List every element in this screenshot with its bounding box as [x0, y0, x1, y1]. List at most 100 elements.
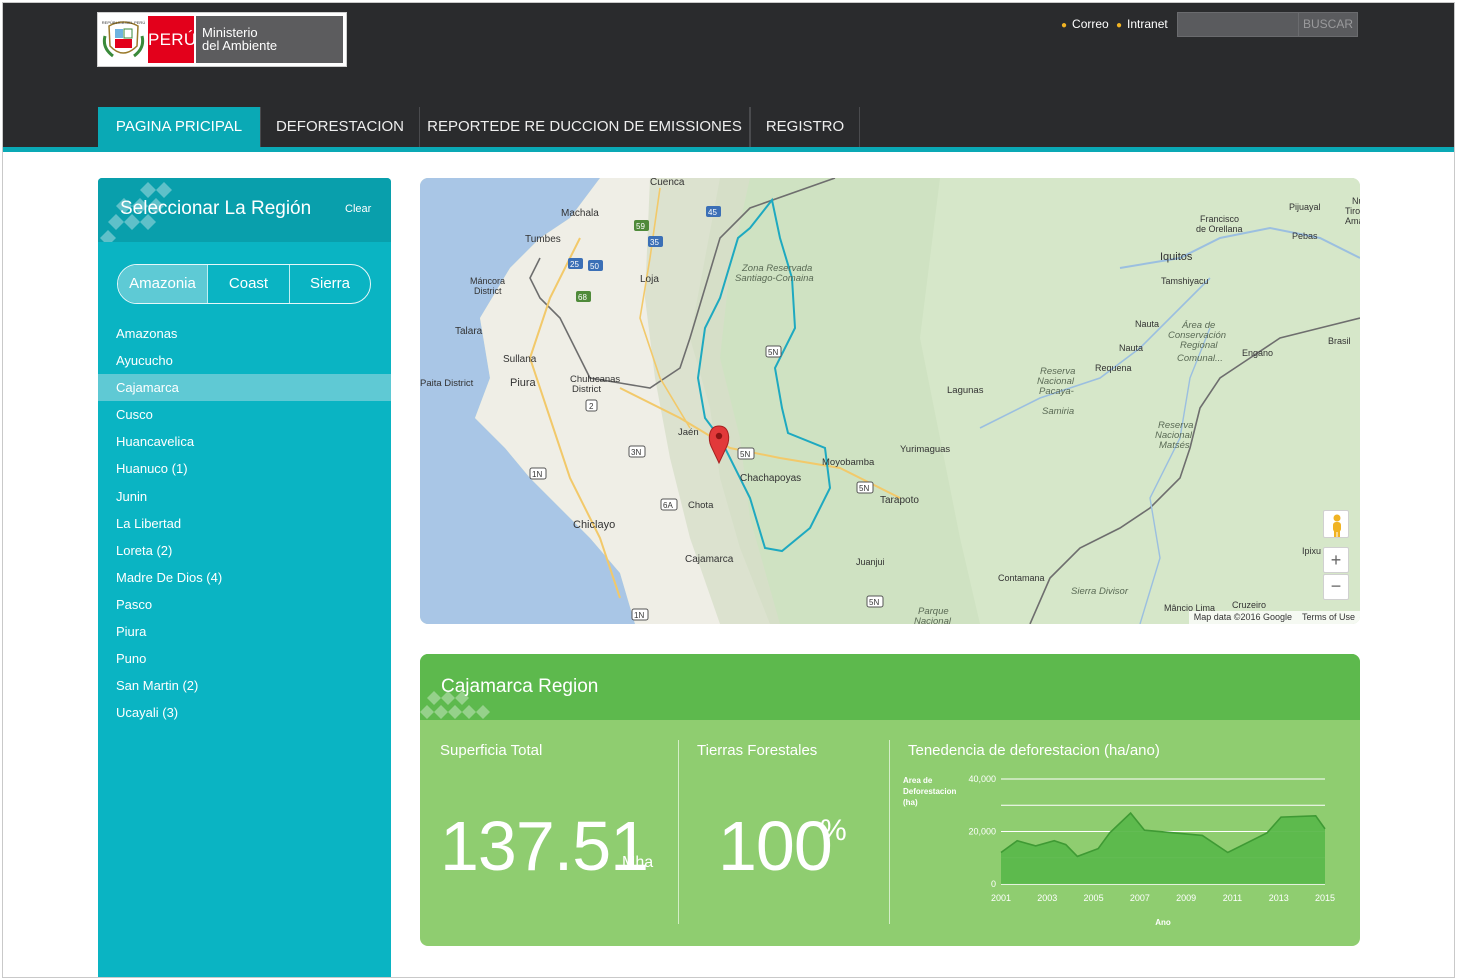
svg-text:5N: 5N: [859, 484, 869, 493]
map-label-chachapoyas: Chachapoyas: [740, 473, 801, 484]
region-map[interactable]: Cuenca Machala Tumbes Máncora District L…: [420, 178, 1360, 624]
region-item-puno[interactable]: Puno: [98, 645, 391, 672]
map-label-ama: Ama: [1345, 216, 1360, 226]
clear-button[interactable]: Clear: [345, 203, 371, 215]
map-label-chota: Chota: [688, 500, 714, 511]
ministry-logo[interactable]: REPÚBLICA DEL PERÚ PERÚ Ministerio del A…: [97, 12, 347, 67]
region-card-title: Cajamarca Region: [441, 676, 599, 697]
region-item-cusco[interactable]: Cusco: [98, 401, 391, 428]
chart-heading: Tenedencia de deforestacion (ha/ano): [908, 742, 1160, 759]
svg-text:1N: 1N: [634, 611, 644, 620]
map-label-tamshiyacu: Tamshiyacu: [1161, 276, 1209, 286]
sidebar-title: Seleccionar La Región: [120, 198, 312, 219]
region-item-huanuco[interactable]: Huanuco (1): [98, 455, 391, 482]
search-input[interactable]: [1177, 12, 1299, 37]
superficie-label: Superficia Total: [440, 742, 543, 759]
correo-link-label: Correo: [1072, 17, 1109, 31]
map-label-talara: Talara: [455, 326, 483, 337]
chart-x-axis-label: Ano: [1155, 918, 1171, 927]
region-item-la-libertad[interactable]: La Libertad: [98, 510, 391, 537]
street-view-icon[interactable]: [1323, 510, 1349, 538]
region-list: Amazonas Ayucucho Cajamarca Cusco Huanca…: [98, 320, 391, 726]
zoom-in-button[interactable]: +: [1323, 547, 1349, 573]
map-label-machala: Machala: [561, 208, 599, 219]
chart-x-tick-label: 2001: [991, 893, 1011, 903]
svg-text:45: 45: [708, 208, 717, 217]
chart-x-tick-label: 2007: [1130, 893, 1150, 903]
bullet-icon: ●: [1116, 20, 1123, 31]
region-item-madre-de-dios[interactable]: Madre De Dios (4): [98, 564, 391, 591]
map-label-contamana: Contamana: [998, 573, 1045, 583]
svg-text:1N: 1N: [532, 470, 542, 479]
correo-link[interactable]: ● Correo: [1061, 17, 1109, 31]
tierras-unit: %: [820, 814, 847, 847]
region-card-header: Cajamarca Region: [420, 654, 1360, 720]
region-item-san-martin[interactable]: San Martin (2): [98, 672, 391, 699]
nav-pagina-principal[interactable]: PAGINA PRICIPAL: [98, 107, 261, 147]
zone-tabs: Amazonia Coast Sierra: [117, 264, 371, 304]
tab-sierra[interactable]: Sierra: [290, 265, 370, 303]
map-label-yurimaguas: Yurimaguas: [900, 444, 950, 455]
nav-deforestacion[interactable]: DEFORESTACION: [261, 107, 420, 147]
region-item-junin[interactable]: Junin: [98, 483, 391, 510]
page-frame: REPÚBLICA DEL PERÚ PERÚ Ministerio del A…: [2, 2, 1455, 978]
map-label-iquitos: Iquitos: [1160, 251, 1193, 263]
svg-text:5N: 5N: [740, 450, 750, 459]
region-item-loreta[interactable]: Loreta (2): [98, 537, 391, 564]
main-nav: PAGINA PRICIPAL DEFORESTACION REPORTEDE …: [3, 107, 1454, 152]
chart-x-tick-label: 2011: [1223, 893, 1242, 903]
peru-crest-icon: REPÚBLICA DEL PERÚ: [101, 16, 146, 63]
map-data-credit: Map data ©2016 Google: [1193, 612, 1292, 622]
map-label-brasil: Brasil: [1328, 336, 1351, 346]
map-label-cruzeiro: Cruzeiro: [1232, 600, 1266, 610]
nav-reporte-emisiones[interactable]: REPORTEDE RE DUCCION DE EMISSIONES: [420, 107, 750, 147]
sidebar-header: Seleccionar La Región Clear: [98, 178, 391, 242]
zoom-out-button[interactable]: −: [1323, 574, 1349, 600]
map-label-regional: Regional: [1180, 340, 1218, 351]
map-label-juanjui: Juanjui: [856, 557, 885, 567]
region-item-pasco[interactable]: Pasco: [98, 591, 391, 618]
region-item-ayucucho[interactable]: Ayucucho: [98, 347, 391, 374]
chart-x-tick-label: 2013: [1269, 893, 1289, 903]
chart-x-tick-label: 2005: [1084, 893, 1104, 903]
region-item-piura[interactable]: Piura: [98, 618, 391, 645]
stat-divider: [889, 740, 890, 924]
map-label-nauta: Nauta: [1135, 319, 1159, 329]
map-label-parque-nacional: Nacional: [914, 616, 952, 624]
chart-y-axis-label: (ha): [903, 798, 918, 807]
map-label-tumbes: Tumbes: [525, 234, 561, 245]
logo-country-text: PERÚ: [148, 16, 196, 63]
map-label-pebas: Pebas: [1292, 231, 1318, 241]
nav-registro[interactable]: REGISTRO: [750, 107, 860, 147]
region-sidebar: Seleccionar La Región Clear Amazonia Coa…: [98, 178, 391, 977]
tab-coast[interactable]: Coast: [208, 265, 290, 303]
svg-text:5N: 5N: [869, 598, 879, 607]
chart-x-tick-label: 2015: [1315, 893, 1335, 903]
svg-text:3N: 3N: [631, 448, 641, 457]
tab-amazonia[interactable]: Amazonia: [118, 265, 208, 303]
map-label-engano: Engano: [1242, 348, 1273, 358]
map-label-tarapoto: Tarapoto: [880, 495, 919, 506]
region-item-amazonas[interactable]: Amazonas: [98, 320, 391, 347]
region-summary-card: Cajamarca Region Superficia Total 137.51…: [420, 654, 1360, 946]
search-button[interactable]: BUSCAR: [1298, 12, 1358, 37]
map-label-mancora-district: District: [474, 286, 502, 296]
tierras-value: 100: [718, 807, 833, 885]
intranet-link[interactable]: ● Intranet: [1116, 17, 1168, 31]
chart-y-tick-label: 0: [991, 879, 996, 889]
region-item-ucayali[interactable]: Ucayali (3): [98, 699, 391, 726]
map-label-francisco: Francisco: [1200, 214, 1239, 224]
svg-text:50: 50: [590, 262, 599, 271]
map-label-cajamarca: Cajamarca: [685, 554, 734, 565]
terms-link[interactable]: Terms of Use: [1302, 612, 1355, 623]
svg-text:REPÚBLICA DEL PERÚ: REPÚBLICA DEL PERÚ: [102, 20, 146, 25]
map-label-chiclayo: Chiclayo: [573, 519, 615, 531]
svg-text:68: 68: [578, 293, 587, 302]
map-canvas[interactable]: Cuenca Machala Tumbes Máncora District L…: [420, 178, 1360, 624]
region-item-huancavelica[interactable]: Huancavelica: [98, 428, 391, 455]
map-label-requena: Requena: [1095, 363, 1132, 373]
chart-area-series: [1001, 813, 1325, 884]
region-item-cajamarca[interactable]: Cajamarca: [98, 374, 391, 402]
chart-y-axis-label: Deforestacion: [903, 787, 956, 796]
top-header: REPÚBLICA DEL PERÚ PERÚ Ministerio del A…: [3, 3, 1454, 107]
